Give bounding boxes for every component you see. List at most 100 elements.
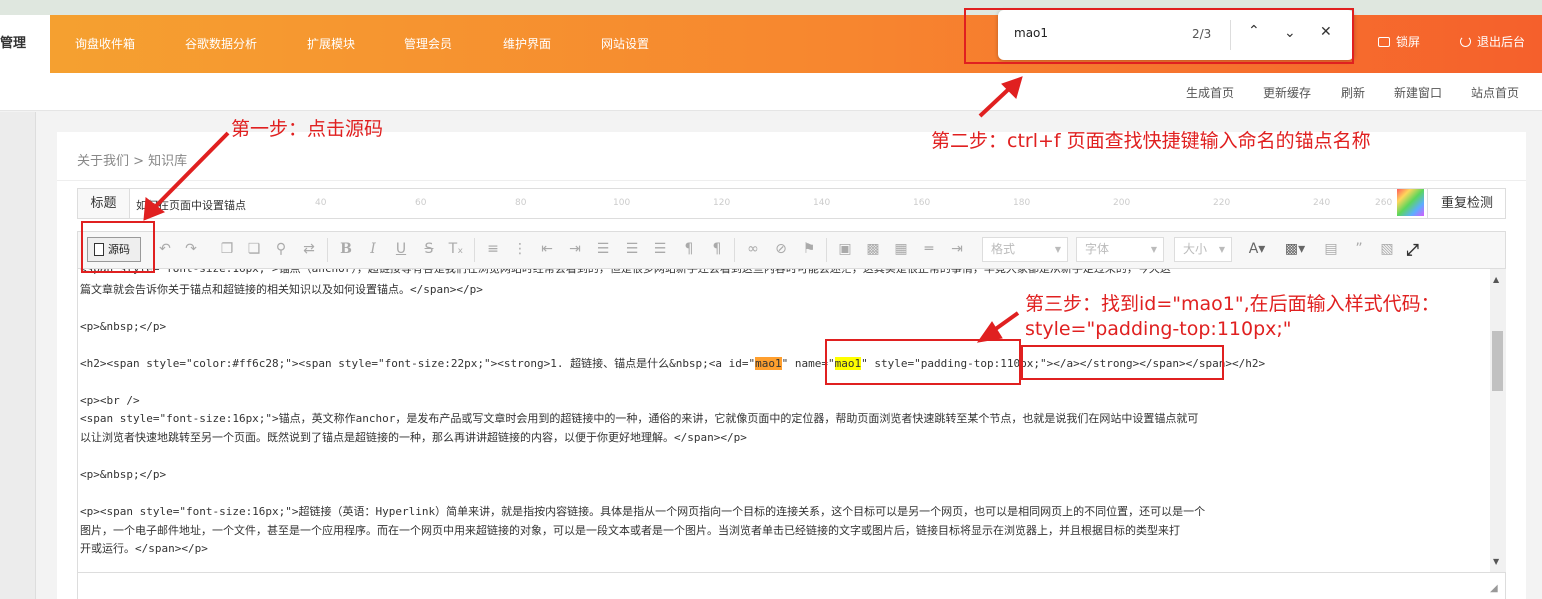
annotation-box-id [825,339,1021,385]
nav-item-members[interactable]: 管理会员 [404,15,452,73]
ruler-tick: 260 [1375,198,1393,208]
ltr-icon[interactable]: ¶ [680,240,698,258]
underline-icon[interactable]: U [392,240,410,258]
replace-icon[interactable]: ⇄ [300,240,318,258]
nav-item-site-settings[interactable]: 网站设置 [601,15,649,73]
nav-item-maintenance[interactable]: 维护界面 [503,15,551,73]
ruler-tick: 240 [1313,198,1331,208]
subnav-new-window[interactable]: 新建窗口 [1394,84,1442,101]
template-icon[interactable]: ▤ [1322,240,1340,258]
ruler-tick: 60 [415,198,427,208]
scroll-thumb[interactable] [1492,331,1503,391]
subnav-generate-home[interactable]: 生成首页 [1186,84,1234,101]
monitor-icon [1378,37,1390,47]
annotation-box-find [964,8,1354,64]
code-line: <span style="font-size:16px;">锚点，英文称作anc… [80,412,1199,425]
italic-icon[interactable]: I [364,240,382,258]
ruler-tick: 40 [315,198,327,208]
search-icon[interactable]: ⚲ [272,240,290,258]
divider [57,180,1526,181]
annotation-step1: 第一步：点击源码 [231,118,384,140]
editor-status-bar [77,572,1506,599]
ruler-tick: 220 [1213,198,1231,208]
lock-screen-button[interactable]: 锁屏 [1378,15,1420,73]
bg-color-icon[interactable]: ▩▾ [1282,240,1308,258]
code-line: <p>&nbsp;</p> [80,468,167,481]
anchor-flag-icon[interactable]: ⚑ [800,240,818,258]
size-select[interactable]: 大小 ▼ [1174,237,1232,262]
nav-item-google-analytics[interactable]: 谷歌数据分析 [185,15,257,73]
nav-tab-manage[interactable]: 管理 [0,15,50,73]
annotation-box-source [81,221,155,273]
ruler-tick: 200 [1113,198,1131,208]
power-icon [1460,36,1471,47]
preview-icon[interactable]: ▧ [1378,240,1396,258]
ruler-tick: 100 [613,198,631,208]
breadcrumb: 关于我们 > 知识库 [77,154,188,169]
subnav-site-home[interactable]: 站点首页 [1471,84,1519,101]
code-line: <span style="font-size:16px;">锚点（anchor）… [80,269,1171,278]
ruler-tick: 180 [1013,198,1031,208]
bullet-list-icon[interactable]: ⋮ [511,240,529,258]
bold-icon[interactable]: B [337,240,355,258]
title-label: 标题 [78,189,130,218]
toolbar-separator [327,238,328,262]
find-match-current: mao1 [755,357,782,370]
table-icon[interactable]: ▦ [892,240,910,258]
code-line: <p>&nbsp;</p> [80,320,167,333]
ruler-tick: 80 [515,198,527,208]
color-swatch-icon[interactable] [1397,189,1424,216]
clear-format-icon[interactable]: Tₓ [447,240,465,258]
quote-icon[interactable]: ” [1350,240,1368,258]
subnav-update-cache[interactable]: 更新缓存 [1263,84,1311,101]
font-select[interactable]: 字体 ▼ [1076,237,1164,262]
chevron-down-icon: ▼ [1054,245,1061,254]
recheck-button[interactable]: 重复检测 [1427,189,1506,218]
code-line: 篇文章就会告诉你关于锚点和超链接的相关知识以及如何设置锚点。</span></p… [80,283,483,296]
format-select[interactable]: 格式 ▼ [982,237,1068,262]
annotation-step3-line1: 第三步：找到id="mao1",在后面输入样式代码： [1025,293,1440,315]
annotation-box-style [1021,345,1224,380]
horizontal-rule-icon[interactable]: ═ [920,240,938,258]
toolbar-separator [826,238,827,262]
nav-item-extensions[interactable]: 扩展模块 [307,15,355,73]
outdent-icon[interactable]: ⇤ [538,240,556,258]
scroll-up-icon[interactable]: ▲ [1493,275,1499,284]
toolbar-separator [734,238,735,262]
annotation-step2: 第二步：ctrl+f 页面查找快捷键输入命名的锚点名称 [931,130,1371,152]
align-right-icon[interactable]: ☰ [651,240,669,258]
page-break-icon[interactable]: ⇥ [948,240,966,258]
nav-item-inquiry-inbox[interactable]: 询盘收件箱 [75,15,135,73]
strikethrough-icon[interactable]: S [420,240,438,258]
indent-icon[interactable]: ⇥ [566,240,584,258]
subnav-refresh[interactable]: 刷新 [1341,84,1365,101]
left-sidebar [0,112,36,599]
resize-grip-icon[interactable]: ◢ [1490,583,1498,594]
redo-icon[interactable]: ↷ [182,240,200,258]
unlink-icon[interactable]: ⊘ [772,240,790,258]
paste-text-icon[interactable]: ❏ [245,240,263,258]
multi-image-icon[interactable]: ▩ [864,240,882,258]
code-line: <p><span style="font-size:16px;">超链接（英语：… [80,505,1206,518]
text-color-icon[interactable]: A▾ [1244,240,1270,258]
paste-icon[interactable]: ❐ [218,240,236,258]
code-line: 图片，一个电子邮件地址，一个文件，甚至是一个应用程序。而在一个网页中用来超链接的… [80,524,1180,537]
align-center-icon[interactable]: ☰ [623,240,641,258]
scroll-down-icon[interactable]: ▼ [1493,557,1499,566]
link-icon[interactable]: ∞ [744,240,762,258]
chevron-down-icon: ▼ [1150,245,1157,254]
code-line: <p><br /> [80,394,140,407]
undo-icon[interactable]: ↶ [156,240,174,258]
fullscreen-icon[interactable]: ⤢ [1406,240,1419,260]
logout-button[interactable]: 退出后台 [1460,15,1525,73]
annotation-step3-line2: style="padding-top:110px;" [1025,318,1292,340]
rtl-icon[interactable]: ¶ [708,240,726,258]
image-icon[interactable]: ▣ [836,240,854,258]
title-ruler: 40 60 80 100 120 140 160 180 200 220 240… [195,190,1395,217]
align-left-icon[interactable]: ☰ [594,240,612,258]
code-line: 以让浏览者快速地跳转至另一个页面。既然说到了锚点是超链接的一种，那么再讲讲超链接… [80,431,747,444]
ruler-tick: 140 [813,198,831,208]
ruler-tick: 120 [713,198,731,208]
ordered-list-icon[interactable]: ≡ [484,240,502,258]
code-scrollbar[interactable]: ▲ ▼ [1490,269,1506,572]
